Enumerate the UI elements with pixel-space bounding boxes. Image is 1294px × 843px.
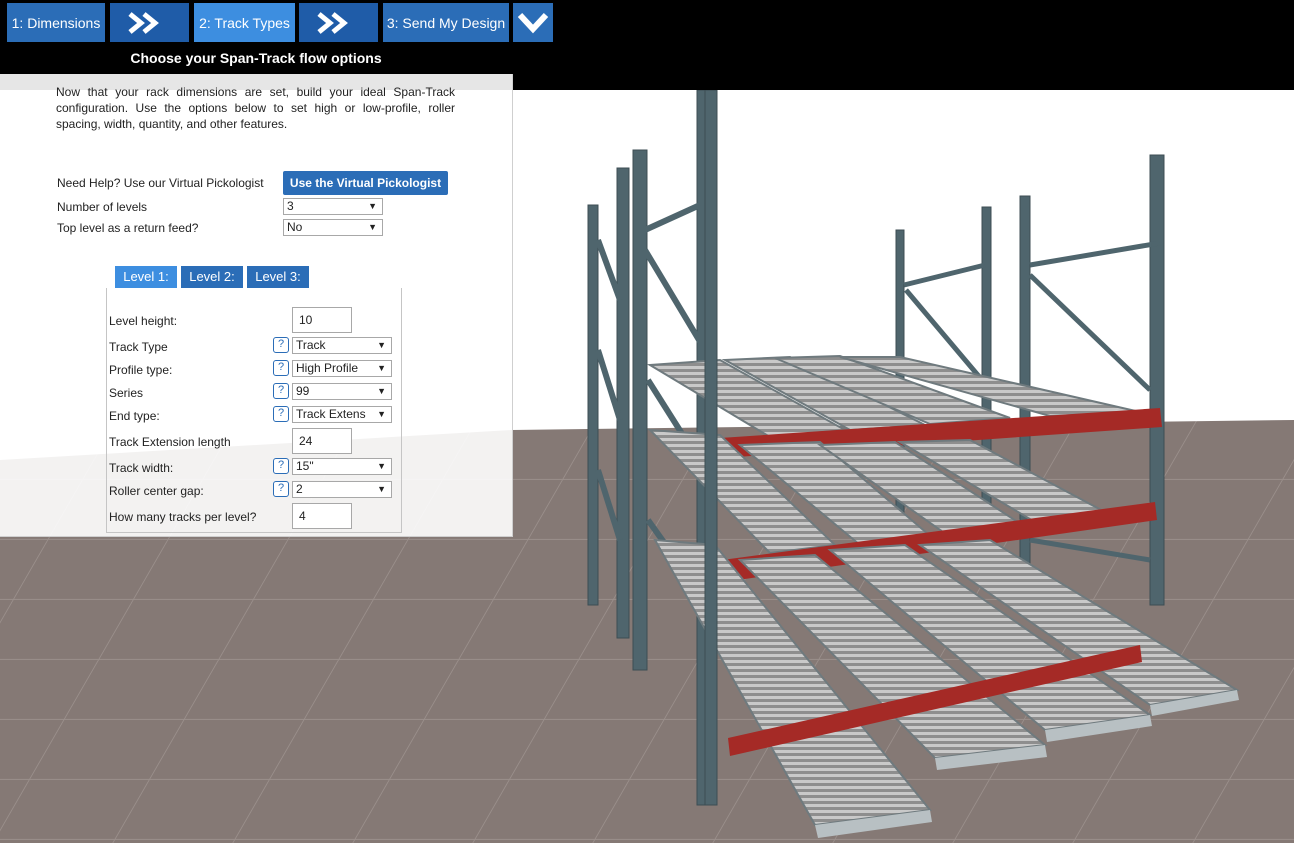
track-extension-input[interactable]: 24	[292, 428, 352, 454]
return-feed-select[interactable]: No ▼	[283, 219, 383, 236]
panel-title: Choose your Span-Track flow options	[0, 43, 512, 74]
dropdown-arrow-icon: ▼	[377, 386, 386, 396]
step-send-design-button[interactable]: 3: Send My Design	[383, 3, 509, 42]
dropdown-arrow-icon: ▼	[377, 484, 386, 494]
double-chevron-right-icon	[316, 11, 348, 34]
profile-type-value: High Profile	[296, 361, 359, 375]
levels-value: 3	[287, 199, 294, 213]
tab-level-1[interactable]: Level 1:	[115, 266, 177, 288]
help-icon[interactable]: ?	[273, 383, 289, 399]
track-type-select[interactable]: Track ▼	[292, 337, 392, 354]
options-panel: Now that your rack dimensions are set, b…	[0, 74, 513, 537]
dropdown-arrow-icon: ▼	[377, 409, 386, 419]
roller-gap-value: 2	[296, 482, 303, 496]
level-settings: Level height: 10 Track Type ? Track ▼ Pr…	[106, 288, 402, 533]
return-feed-label: Top level as a return feed?	[57, 221, 199, 235]
end-type-label: End type:	[109, 409, 160, 423]
tab-level-3[interactable]: Level 3:	[247, 266, 309, 288]
levels-label: Number of levels	[57, 200, 148, 214]
series-label: Series	[109, 386, 144, 400]
help-icon[interactable]: ?	[273, 337, 289, 353]
series-select[interactable]: 99 ▼	[292, 383, 392, 400]
track-width-select[interactable]: 15" ▼	[292, 458, 392, 475]
intro-text: Now that your rack dimensions are set, b…	[56, 85, 455, 131]
dropdown-arrow-icon: ▼	[368, 201, 377, 211]
track-type-label: Track Type	[109, 340, 168, 354]
roller-gap-label: Roller center gap:	[109, 484, 204, 498]
double-chevron-right-icon	[127, 11, 159, 34]
profile-type-select[interactable]: High Profile ▼	[292, 360, 392, 377]
end-type-value: Track Extens	[296, 407, 366, 421]
level-height-input[interactable]: 10	[292, 307, 352, 333]
step-arrow-1	[110, 3, 189, 42]
tracks-per-level-input[interactable]: 4	[292, 503, 352, 529]
return-feed-value: No	[287, 220, 303, 234]
tracks-per-level-label: How many tracks per level?	[109, 510, 257, 524]
help-icon[interactable]: ?	[273, 360, 289, 376]
track-width-value: 15"	[296, 459, 314, 473]
step-track-types-button[interactable]: 2: Track Types	[194, 3, 295, 42]
help-icon[interactable]: ?	[273, 458, 289, 474]
roller-gap-select[interactable]: 2 ▼	[292, 481, 392, 498]
dropdown-arrow-icon: ▼	[377, 363, 386, 373]
step-dimensions-button[interactable]: 1: Dimensions	[7, 3, 105, 42]
chevron-down-icon	[517, 12, 549, 33]
help-icon[interactable]: ?	[273, 406, 289, 422]
dropdown-arrow-icon: ▼	[377, 340, 386, 350]
track-width-label: Track width:	[109, 461, 174, 475]
end-type-select[interactable]: Track Extens ▼	[292, 406, 392, 423]
help-label: Need Help? Use our Virtual Pickologist	[57, 176, 264, 190]
level-height-label: Level height:	[109, 314, 178, 328]
virtual-pickologist-button[interactable]: Use the Virtual Pickologist	[283, 171, 448, 195]
dropdown-arrow-icon: ▼	[377, 461, 386, 471]
tab-level-2[interactable]: Level 2:	[181, 266, 243, 288]
profile-type-label: Profile type:	[109, 363, 173, 377]
levels-select[interactable]: 3 ▼	[283, 198, 383, 215]
series-value: 99	[296, 384, 310, 398]
collapse-panel-button[interactable]	[513, 3, 553, 42]
step-arrow-2	[299, 3, 378, 42]
track-type-value: Track	[296, 338, 326, 352]
help-icon[interactable]: ?	[273, 481, 289, 497]
track-extension-label: Track Extension length	[109, 435, 231, 449]
dropdown-arrow-icon: ▼	[368, 222, 377, 232]
